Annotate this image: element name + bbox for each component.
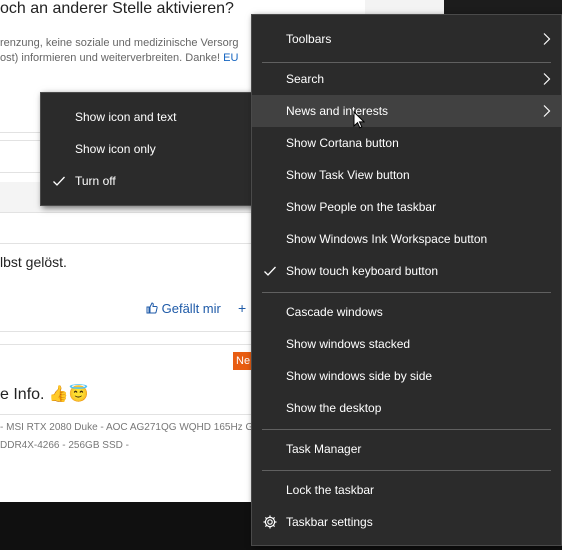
- divider: [0, 414, 260, 415]
- menu-item-label: News and interests: [286, 104, 389, 118]
- forum-headline: och an anderer Stelle aktivieren?: [0, 0, 234, 17]
- menu-item-task-manager[interactable]: Task Manager: [252, 433, 561, 465]
- menu-item-label: Turn off: [75, 174, 116, 188]
- menu-item-label: Show Windows Ink Workspace button: [286, 232, 488, 246]
- signature-line-2: DDR4X-4266 - 256GB SSD -: [0, 440, 129, 451]
- menu-item-turn-off[interactable]: Turn off: [41, 165, 253, 197]
- menu-item-show-cortana-button[interactable]: Show Cortana button: [252, 127, 561, 159]
- menu-separator: [262, 429, 551, 430]
- gear-icon: [263, 515, 277, 529]
- menu-item-label: Show icon only: [75, 142, 156, 156]
- menu-item-show-windows-stacked[interactable]: Show windows stacked: [252, 328, 561, 360]
- taskbar-context-menu: Toolbars Search News and interests Show …: [251, 14, 562, 546]
- menu-item-label: Search: [286, 72, 325, 86]
- menu-item-label: Show Task View button: [286, 168, 410, 182]
- menu-item-label: Toolbars: [286, 32, 332, 46]
- menu-item-show-icon-only[interactable]: Show icon only: [41, 133, 253, 165]
- menu-item-news-and-interests[interactable]: News and interests: [252, 95, 561, 127]
- chevron-right-icon: [543, 105, 551, 117]
- divider: [0, 331, 260, 332]
- menu-item-label: Cascade windows: [286, 305, 383, 319]
- forum-subline-1: renzung, keine soziale und medizinische …: [0, 37, 239, 49]
- divider: [0, 212, 260, 213]
- menu-item-show-task-view-button[interactable]: Show Task View button: [252, 159, 561, 191]
- forum-subline-2: ost) informieren und weiterverbreiten. D…: [0, 52, 238, 64]
- like-label: Gefällt mir: [161, 301, 221, 316]
- menu-item-lock-the-taskbar[interactable]: Lock the taskbar: [252, 474, 561, 506]
- plus-button[interactable]: +: [238, 300, 246, 316]
- menu-item-label: Lock the taskbar: [286, 483, 375, 497]
- menu-item-label: Show touch keyboard button: [286, 264, 439, 278]
- menu-item-show-icon-and-text[interactable]: Show icon and text: [41, 101, 253, 133]
- menu-item-label: Taskbar settings: [286, 515, 373, 529]
- menu-item-show-touch-keyboard-button[interactable]: Show touch keyboard button: [252, 255, 561, 287]
- menu-item-label: Show icon and text: [75, 110, 177, 124]
- post-info-text: e Info. 👍😇: [0, 386, 89, 403]
- menu-separator: [262, 292, 551, 293]
- like-button[interactable]: Gefällt mir: [146, 301, 221, 316]
- mouse-pointer-icon: [353, 111, 365, 129]
- chevron-right-icon: [543, 33, 551, 45]
- menu-item-taskbar-settings[interactable]: Taskbar settings: [252, 506, 561, 538]
- menu-item-cascade-windows[interactable]: Cascade windows: [252, 296, 561, 328]
- menu-item-show-windows-side-by-side[interactable]: Show windows side by side: [252, 360, 561, 392]
- menu-item-label: Task Manager: [286, 442, 362, 456]
- menu-item-label: Show the desktop: [286, 401, 382, 415]
- menu-item-label: Show windows side by side: [286, 369, 433, 383]
- menu-item-label: Show Cortana button: [286, 136, 399, 150]
- menu-item-search[interactable]: Search: [252, 63, 561, 95]
- thumbs-up-icon: [146, 301, 162, 316]
- menu-item-toolbars[interactable]: Toolbars: [252, 23, 561, 55]
- menu-separator: [262, 470, 551, 471]
- divider: [0, 344, 260, 345]
- desktop-corner: [444, 0, 562, 14]
- menu-item-label: Show windows stacked: [286, 337, 411, 351]
- divider: [0, 243, 260, 244]
- subline-2-text: ost) informieren und weiterverbreiten. D…: [0, 52, 221, 64]
- checkmark-icon: [264, 266, 276, 276]
- menu-item-show-people-on-taskbar[interactable]: Show People on the taskbar: [252, 191, 561, 223]
- checkmark-icon: [53, 176, 65, 186]
- news-and-interests-submenu: Show icon and text Show icon only Turn o…: [40, 92, 254, 206]
- new-badge: Ne: [233, 352, 253, 370]
- menu-item-label: Show People on the taskbar: [286, 200, 437, 214]
- subline-2-link[interactable]: EU: [223, 52, 238, 64]
- menu-item-show-windows-ink-workspace-button[interactable]: Show Windows Ink Workspace button: [252, 223, 561, 255]
- chevron-right-icon: [543, 73, 551, 85]
- post-text: lbst gelöst.: [0, 254, 67, 270]
- signature-line-1: - MSI RTX 2080 Duke - AOC AG271QG WQHD 1…: [0, 422, 257, 433]
- menu-item-show-the-desktop[interactable]: Show the desktop: [252, 392, 561, 424]
